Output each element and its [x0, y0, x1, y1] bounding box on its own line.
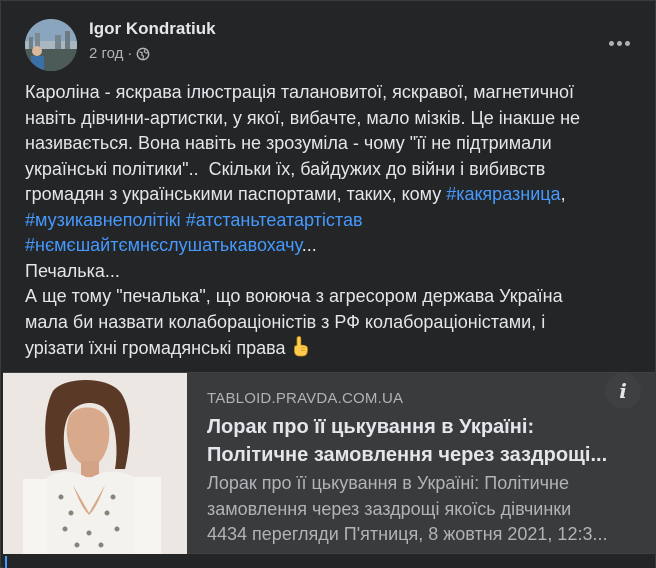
link-preview-thumbnail[interactable] — [3, 373, 187, 555]
facebook-post: Igor Kondratiuk 2 год · Кароліна - яскра… — [0, 0, 656, 568]
thumbnail-image — [3, 373, 187, 555]
hashtag-link[interactable]: #какяразница — [446, 184, 560, 204]
link-domain: TABLOID.PRAVDA.COM.UA — [207, 390, 404, 407]
link-preview-card[interactable]: TABLOID.PRAVDA.COM.UA Лорак про її цькув… — [3, 372, 655, 555]
link-preview-text: TABLOID.PRAVDA.COM.UA Лорак про її цькув… — [207, 390, 637, 548]
more-dot — [616, 40, 622, 46]
info-button[interactable]: i — [605, 373, 641, 409]
body-line: українські політики".. Скільки їх, байду… — [25, 158, 546, 179]
body-line: називається. Вона навіть не зрозуміла - … — [25, 133, 552, 153]
more-dot — [624, 40, 630, 46]
post-footer-edge — [3, 554, 655, 568]
post-meta: 2 год · — [89, 45, 150, 62]
link-title[interactable]: Лорак про її цькування в Україні: Політи… — [207, 413, 637, 469]
index-pointing-up-icon — [293, 336, 308, 357]
hashtag-link[interactable]: #музикавнеполітікі — [25, 210, 181, 230]
link-description-line: Лорак про її цькування в Україні: Політи… — [207, 473, 569, 493]
link-description: Лорак про її цькування в Україні: Політи… — [207, 471, 637, 548]
post-timestamp[interactable]: 2 год — [89, 45, 123, 62]
globe-icon[interactable] — [136, 47, 150, 61]
avatar-photo — [25, 19, 77, 71]
body-line: Кароліна - яскрава ілюстрація талановито… — [25, 82, 575, 102]
body-line: урізати їхні громадянські права — [25, 338, 286, 358]
hashtag-link[interactable]: #атстаньтеатартістав — [186, 210, 363, 230]
more-horizontal-icon — [608, 40, 614, 46]
hashtag-link[interactable]: #нємєшайтємнєслушатькавохачу — [25, 235, 302, 255]
meta-separator: · — [127, 45, 133, 62]
body-line: А ще тому "печалька", що воююча з агресо… — [25, 286, 563, 306]
post-body: Кароліна - яскрава ілюстрація талановито… — [25, 80, 635, 362]
author-name[interactable]: Igor Kondratiuk — [89, 19, 216, 39]
body-line: громадян з українськими паспортами, таки… — [25, 184, 447, 204]
scroll-indicator — [5, 556, 7, 568]
link-title-line: Політичне замовлення через заздрощі... — [207, 444, 608, 466]
body-ellipsis: ... — [301, 235, 317, 255]
more-options-button[interactable] — [601, 25, 637, 61]
post-header: Igor Kondratiuk 2 год · — [25, 15, 637, 71]
author-avatar[interactable] — [25, 19, 77, 71]
body-line: навіть дівчини-артистки, у якої, вибачте… — [25, 107, 581, 128]
body-line: Печалька... — [25, 260, 120, 281]
link-title-line: Лорак про її цькування в Україні: — [207, 416, 535, 438]
body-punctuation: , — [560, 184, 566, 204]
link-description-line: замовлення через заздрощі якоїсь дівчинк… — [207, 498, 572, 519]
body-line: мала би назвати колабораціоністів з РФ к… — [25, 311, 546, 332]
link-description-line: 4434 перегляди П'ятниця, 8 жовтня 2021, … — [207, 524, 608, 544]
